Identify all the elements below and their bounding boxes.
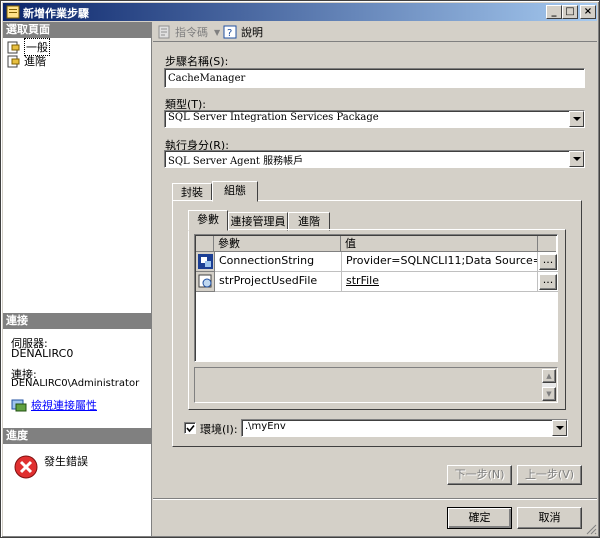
page-item-label: 進階 [24, 55, 46, 68]
parameter-description: ▲ ▼ [194, 367, 558, 403]
separator [153, 498, 597, 500]
row-header [196, 252, 215, 272]
tab-package[interactable]: 封裝 [172, 183, 212, 201]
toolbar: 指令碼 ▼ ? 說明 [153, 22, 597, 42]
page-item-general[interactable]: 一般 [6, 38, 146, 56]
script-label: 指令碼 [175, 26, 208, 39]
parameter-value-cell[interactable]: strFile [342, 272, 538, 292]
ellipsis-cell: ... [538, 252, 558, 272]
maximize-icon: □ [565, 6, 575, 17]
chevron-down-icon [555, 426, 564, 430]
tab-configuration[interactable]: 組態 [212, 181, 258, 202]
description-scrollbar[interactable]: ▲ ▼ [542, 369, 556, 401]
server-value: DENALIRC0 [11, 347, 74, 360]
chevron-up-icon: ▲ [546, 372, 552, 380]
tab-parameters[interactable]: 參數 [188, 210, 228, 231]
app-icon [6, 5, 20, 19]
run-as-select[interactable]: SQL Server Agent 服務帳戶 [164, 150, 585, 168]
environment-checkbox[interactable] [184, 422, 196, 434]
row-header [196, 272, 215, 292]
select-page-header: 選取頁面 [3, 22, 152, 38]
type-dropdown-button[interactable] [569, 111, 584, 127]
chevron-down-icon [572, 157, 581, 161]
chevron-down-icon [572, 117, 581, 121]
type-select[interactable]: SQL Server Integration Services Package [164, 110, 585, 128]
help-icon: ? [223, 25, 237, 39]
step-name-input[interactable]: CacheManager [164, 68, 585, 88]
view-connection-link[interactable]: 檢視連接屬性 [31, 397, 97, 413]
chevron-down-icon: ▼ [546, 390, 552, 398]
resize-grip-icon[interactable] [585, 523, 597, 535]
error-icon [14, 455, 38, 479]
row-header-corner [196, 236, 214, 252]
parameter-value-cell[interactable]: Provider=SQLNCLI11;Data Source=.;Initial… [342, 252, 538, 272]
left-panel: 選取頁面 一般 進階 連接 伺服器: DENALIRC0 連接: DENALIR… [3, 22, 152, 536]
minimize-icon: _ [551, 6, 557, 17]
environment-value: .\myEnv [245, 421, 286, 432]
new-job-step-dialog: 新增作業步驟 _ □ × 選取頁面 一般 進階 連接 伺服器: DENALIRC… [0, 0, 600, 538]
connection-header: 連接 [3, 313, 152, 329]
column-header-parameter[interactable]: 參數 [215, 236, 341, 252]
view-connection-properties[interactable]: 檢視連接屬性 [11, 397, 97, 413]
run-as-dropdown-button[interactable] [569, 151, 584, 167]
minimize-button[interactable]: _ [546, 5, 562, 19]
parameter-name-cell[interactable]: strProjectUsedFile [215, 272, 342, 292]
page-item-advanced[interactable]: 進階 [6, 54, 146, 68]
table-row[interactable]: ConnectionString Provider=SQLNCLI11;Data… [196, 252, 558, 272]
script-button[interactable]: 指令碼 ▼ [157, 24, 220, 40]
type-value: SQL Server Integration Services Package [168, 112, 379, 123]
svg-text:?: ? [227, 28, 232, 39]
title-bar[interactable]: 新增作業步驟 _ □ × [3, 3, 597, 21]
page-icon [7, 55, 20, 67]
close-icon: × [583, 6, 593, 17]
grid-header: 參數 值 [196, 236, 556, 252]
ok-button[interactable]: 確定 [447, 507, 512, 529]
page-icon [7, 41, 20, 53]
properties-icon [11, 399, 27, 412]
run-as-value: SQL Server Agent 服務帳戶 [168, 156, 304, 167]
step-name-value: CacheManager [168, 73, 246, 84]
parameter-grid: 參數 值 ConnectionString Provider=SQLNCLI11… [194, 234, 558, 362]
edit-value-button[interactable]: ... [539, 254, 557, 270]
environment-dropdown-button[interactable] [552, 420, 567, 436]
next-button[interactable]: 下一步(N) [447, 465, 512, 485]
environment-select[interactable]: .\myEnv [241, 419, 568, 437]
environment-label: 環境(I): [200, 423, 238, 436]
scroll-up-button[interactable]: ▲ [542, 369, 556, 383]
connection-parameter-icon [198, 254, 213, 269]
previous-button[interactable]: 上一步(V) [517, 465, 582, 485]
edit-value-button[interactable]: ... [539, 274, 557, 290]
help-label: 說明 [241, 26, 263, 39]
help-button[interactable]: ? 說明 [223, 24, 263, 40]
script-icon [158, 25, 170, 39]
close-button[interactable]: × [580, 5, 596, 19]
window-title: 新增作業步驟 [23, 7, 89, 20]
column-header-value[interactable]: 值 [342, 236, 538, 252]
scroll-down-button[interactable]: ▼ [542, 387, 556, 401]
parameter-name-cell[interactable]: ConnectionString [215, 252, 342, 272]
step-name-label: 步驟名稱(S): [165, 55, 229, 68]
connection-value: DENALIRC0\Administrator [11, 378, 140, 389]
cancel-button[interactable]: 取消 [517, 507, 582, 529]
progress-status: 發生錯誤 [44, 455, 88, 468]
checkmark-icon [186, 424, 195, 433]
checkbox-box [184, 422, 196, 434]
ellipsis-cell: ... [538, 272, 558, 292]
progress-header: 進度 [3, 428, 152, 444]
chevron-down-icon[interactable]: ▼ [214, 28, 220, 37]
project-parameter-icon [198, 274, 212, 288]
maximize-button[interactable]: □ [562, 5, 578, 19]
table-row[interactable]: strProjectUsedFile strFile ... [196, 272, 558, 292]
